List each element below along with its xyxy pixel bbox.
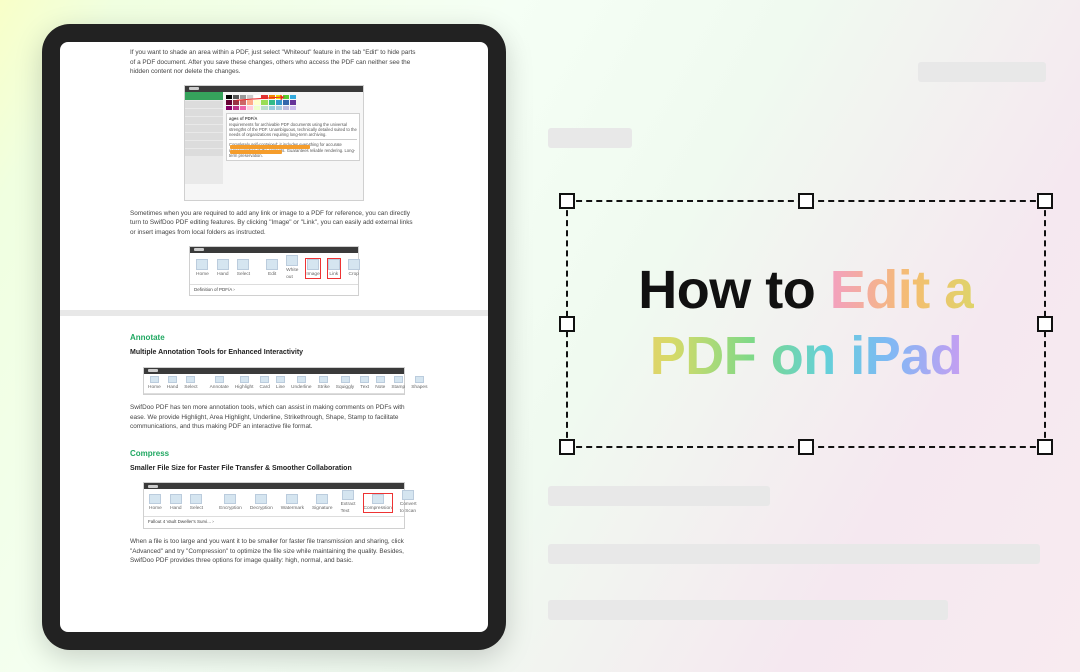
toolbar-button-hand[interactable]: Hand [170, 494, 182, 512]
left-outline-panel [185, 92, 223, 184]
compress-heading: Compress [130, 448, 418, 460]
toolbar-button-home[interactable]: Home [149, 494, 162, 512]
selection-bounding-box[interactable]: How to Edit a PDF on iPad [566, 200, 1046, 448]
whiteout-paragraph: If you want to shade an area within a PD… [130, 48, 418, 77]
toolbar-button-underline[interactable]: Underline [291, 376, 312, 391]
resize-handle-bl[interactable] [559, 439, 575, 455]
toolbar-button-text[interactable]: Text [360, 376, 369, 391]
hero-headline: How to Edit a PDF on iPad [588, 258, 1024, 390]
section-divider [60, 310, 488, 316]
annotate-toolbar: Home Hand Select Annotate Highlight Card Line U… [144, 374, 404, 394]
ipad-device-frame: If you want to shade an area within a PD… [42, 24, 506, 650]
resize-handle-tl[interactable] [559, 193, 575, 209]
annotate-paragraph: SwifDoo PDF has ten more annotation tool… [130, 403, 418, 432]
advanced-toolbar: Home Hand Select Encryption Decryption Waterm… [144, 489, 404, 517]
resize-handle-mr[interactable] [1037, 316, 1053, 332]
screenshot-edit-toolbar: Home Hand Select Edit White out Image Link Crop… [189, 246, 359, 297]
toolbar-button-card[interactable]: Card [260, 376, 270, 391]
resize-handle-tc[interactable] [798, 193, 814, 209]
placeholder-bar [548, 128, 632, 148]
toolbar-button-convert-to-scan[interactable]: Convert to Scan [400, 490, 417, 515]
toolbar-button-compression[interactable]: Compression [364, 494, 392, 512]
toolbar-button-select[interactable]: Select [190, 494, 203, 512]
headline-prefix: How to [638, 260, 829, 320]
toolbar-button-home[interactable]: Home [148, 376, 161, 391]
toolbar-button-home[interactable]: Home [196, 259, 209, 278]
placeholder-bar [548, 600, 948, 620]
compress-subheading: Smaller File Size for Faster File Transf… [130, 464, 418, 475]
toolbar-button-squiggly[interactable]: Squiggly [336, 376, 354, 391]
tab-strip: Fallout 4 Vault Dweller's Survi... › [144, 517, 404, 528]
placeholder-bar [918, 62, 1046, 82]
placeholder-bar [548, 486, 770, 506]
toolbar-button-stamp[interactable]: Stamp [391, 376, 405, 391]
annotate-subheading: Multiple Annotation Tools for Enhanced I… [130, 348, 418, 359]
toolbar-button-select[interactable]: Select [184, 376, 197, 391]
toolbar-button-extract-text[interactable]: Extract Text [341, 490, 356, 515]
toolbar-button-select[interactable]: Select [237, 259, 250, 278]
document-page: If you want to shade an area within a PD… [60, 42, 488, 592]
toolbar-button-image[interactable]: Image [306, 259, 319, 278]
toolbar-button-watermark[interactable]: Watermark [281, 494, 304, 512]
toolbar-button-line[interactable]: Line [276, 376, 285, 391]
image-link-paragraph: Sometimes when you are required to add a… [130, 209, 418, 238]
resize-handle-br[interactable] [1037, 439, 1053, 455]
edit-toolbar: Home Hand Select Edit White out Image Link Crop [190, 253, 358, 285]
ipad-screen: If you want to shade an area within a PD… [60, 42, 488, 632]
toolbar-button-crop[interactable]: Crop [348, 259, 360, 278]
toolbar-button-highlight[interactable]: Highlight [235, 376, 254, 391]
toolbar-button-strike[interactable]: Strike [318, 376, 330, 391]
toolbar-button-hand[interactable]: Hand [217, 259, 229, 278]
toolbar-button-shapes[interactable]: Shapes [411, 376, 427, 391]
resize-handle-bc[interactable] [798, 439, 814, 455]
toolbar-button-annotate[interactable]: Annotate [210, 376, 229, 391]
toolbar-button-edit[interactable]: Edit [266, 259, 278, 278]
compress-paragraph: When a file is too large and you want it… [130, 537, 418, 566]
resize-handle-ml[interactable] [559, 316, 575, 332]
resize-handle-tr[interactable] [1037, 193, 1053, 209]
toolbar-button-note[interactable]: Note [375, 376, 385, 391]
tab-strip: Definition of PDF/A › [190, 285, 358, 296]
toolbar-button-white-out[interactable]: White out [286, 255, 298, 281]
toolbar-button-encryption[interactable]: Encryption [219, 494, 242, 512]
screenshot-annotate-toolbar: Home Hand Select Annotate Highlight Card Line U… [143, 367, 405, 395]
toolbar-button-hand[interactable]: Hand [167, 376, 178, 391]
toolbar-button-link[interactable]: Link [328, 259, 340, 278]
annotate-heading: Annotate [130, 332, 418, 344]
placeholder-bar [548, 544, 1040, 564]
toolbar-button-decryption[interactable]: Decryption [250, 494, 273, 512]
toolbar-button-signature[interactable]: Signature [312, 494, 333, 512]
screenshot-compress-toolbar: Home Hand Select Encryption Decryption Waterm… [143, 482, 405, 529]
arrow-annotation [237, 96, 286, 113]
screenshot-whiteout-panel: ages of PDF/A requirements for archivabl… [184, 85, 364, 201]
pdfa-text-block: ages of PDF/A requirements for archivabl… [226, 113, 360, 161]
